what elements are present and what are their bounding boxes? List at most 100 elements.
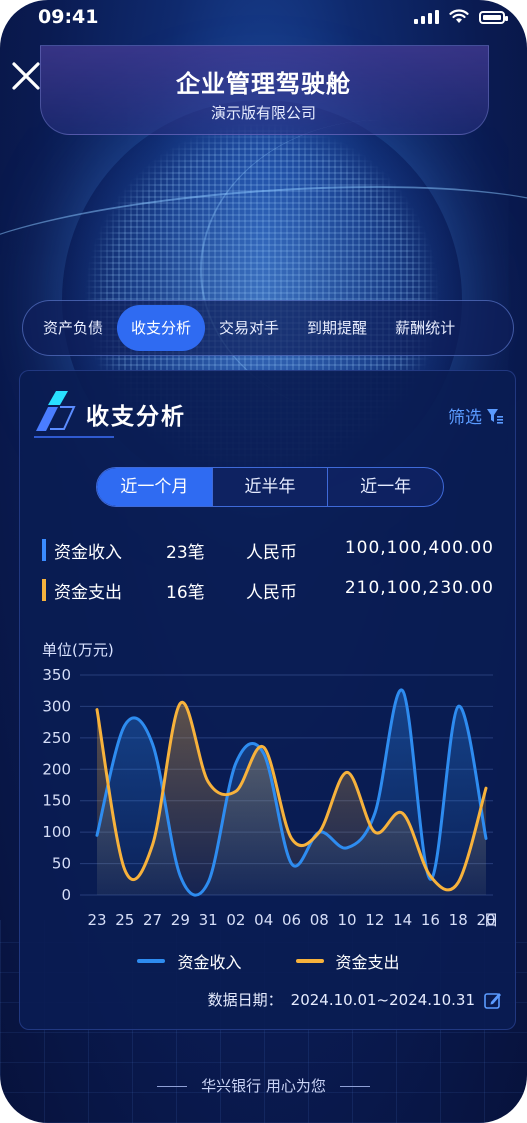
x-tick-label: 16: [421, 911, 440, 929]
data-point: [234, 790, 237, 793]
y-tick-label: 50: [52, 855, 71, 873]
x-tick-label: 02: [226, 911, 245, 929]
page-title: 企业管理驾驶舱: [176, 70, 351, 98]
x-tick-label: 29: [171, 911, 190, 929]
tab-assets-liabilities[interactable]: 资产负债: [29, 305, 117, 351]
data-point: [96, 708, 99, 711]
legend-income[interactable]: 资金收入: [137, 949, 242, 973]
chart-legend: 资金收入 资金支出: [20, 949, 517, 973]
data-point: [179, 875, 182, 878]
data-point: [318, 831, 321, 834]
expense-count: 16笔: [166, 583, 205, 603]
x-tick-label: 31: [199, 911, 218, 929]
data-point: [373, 831, 376, 834]
legend-label: 资金支出: [335, 953, 400, 972]
legend-swatch: [137, 959, 166, 963]
expense-label: 资金支出: [54, 583, 122, 603]
footer-slogan: 华兴银行 用心为您: [201, 1077, 326, 1095]
legend-swatch: [295, 959, 324, 963]
y-tick-label: 100: [42, 823, 71, 841]
y-tick-label: 300: [42, 697, 71, 715]
tab-income-expense[interactable]: 收支分析: [117, 305, 206, 351]
x-tick-label: 10: [338, 911, 357, 929]
x-tick-label: 23: [87, 911, 106, 929]
x-tick-label: 04: [254, 911, 273, 929]
expense-amount: 210,100,230.00: [344, 578, 494, 598]
data-point: [485, 837, 488, 840]
unit-label: 单位(万元): [42, 641, 114, 659]
legend-label: 资金收入: [177, 953, 242, 972]
period-1-month[interactable]: 近一个月: [97, 468, 212, 506]
y-tick-label: 200: [42, 760, 71, 778]
period-selector: 近一个月 近半年 近一年: [96, 467, 444, 507]
x-tick-label: 08: [310, 911, 329, 929]
wifi-icon: [449, 9, 469, 23]
data-point: [262, 746, 265, 749]
expense-marker: [42, 579, 46, 601]
x-tick-label: 12: [365, 911, 384, 929]
income-amount: 100,100,400.00: [344, 538, 494, 558]
x-unit-label: 日: [483, 911, 498, 929]
status-bar: 09:41: [0, 0, 527, 36]
expense-summary: 资金支出 16笔 人民币 210,100,230.00: [42, 575, 502, 605]
income-expense-chart: 0 50 100 150 200 250 300 350 23 25 27 29 31 02 04 06 08 1…: [42, 666, 498, 929]
data-point: [401, 812, 404, 815]
data-date: 数据日期： 2024.10.01~2024.10.31: [208, 989, 503, 1010]
data-point: [262, 752, 265, 755]
legend-expense[interactable]: 资金支出: [295, 949, 400, 973]
expense-currency: 人民币: [246, 583, 297, 603]
income-marker: [42, 539, 46, 561]
tab-due-reminders[interactable]: 到期提醒: [293, 305, 381, 351]
edit-icon[interactable]: [483, 990, 503, 1010]
data-point: [179, 702, 182, 705]
income-label: 资金收入: [54, 543, 122, 563]
y-tick-label: 250: [42, 729, 71, 747]
x-tick-label: 14: [393, 911, 412, 929]
y-tick-label: 350: [42, 666, 71, 684]
x-tick-label: 18: [449, 911, 468, 929]
footer-divider: [157, 1086, 188, 1087]
status-time: 09:41: [38, 6, 99, 28]
footer: 华兴银行 用心为您: [0, 1075, 527, 1096]
phone-screen: 09:41 企业管理驾驶舱 演示版有限公司 资产负债 收支分析 交易对手 到期提…: [0, 0, 527, 1123]
x-tick-label: 27: [143, 911, 162, 929]
data-point: [123, 868, 126, 871]
data-point: [457, 705, 460, 708]
data-point: [207, 780, 210, 783]
period-6-months[interactable]: 近半年: [211, 468, 328, 506]
period-1-year[interactable]: 近一年: [327, 468, 443, 506]
analysis-card: 收支分析 筛选 近一个月 近半年 近一年 资金收入 23笔 人民币 100,10…: [19, 370, 516, 1030]
income-count: 23笔: [166, 543, 205, 563]
tab-payroll[interactable]: 薪酬统计: [381, 305, 469, 351]
data-point: [346, 846, 349, 849]
filter-icon: [487, 408, 503, 424]
tab-counterparties[interactable]: 交易对手: [205, 305, 293, 351]
data-point: [151, 743, 154, 746]
data-point: [234, 762, 237, 765]
y-tick-label: 150: [42, 792, 71, 810]
tab-bar: 资产负债 收支分析 交易对手 到期提醒 薪酬统计: [22, 300, 514, 356]
signal-icon: [414, 9, 439, 24]
battery-icon: [479, 11, 508, 24]
card-title: 收支分析: [86, 404, 186, 430]
date-label: 数据日期：: [207, 991, 283, 1009]
data-point: [290, 837, 293, 840]
data-point: [207, 881, 210, 884]
footer-divider: [339, 1086, 370, 1087]
data-point: [346, 771, 349, 774]
data-point: [96, 834, 99, 837]
income-currency: 人民币: [246, 543, 297, 563]
status-icons: [414, 9, 508, 24]
income-summary: 资金收入 23笔 人民币 100,100,400.00: [42, 535, 502, 565]
filter-button[interactable]: 筛选: [448, 403, 504, 428]
data-point: [373, 812, 376, 815]
company-name: 演示版有限公司: [210, 104, 316, 122]
date-range: 2024.10.01~2024.10.31: [290, 990, 475, 1009]
x-tick-label: 25: [115, 911, 134, 929]
data-point: [151, 843, 154, 846]
y-tick-label: 0: [61, 886, 71, 904]
data-point: [290, 862, 293, 865]
data-point: [401, 689, 404, 692]
card-header: 收支分析 筛选: [34, 385, 504, 441]
data-point: [485, 787, 488, 790]
